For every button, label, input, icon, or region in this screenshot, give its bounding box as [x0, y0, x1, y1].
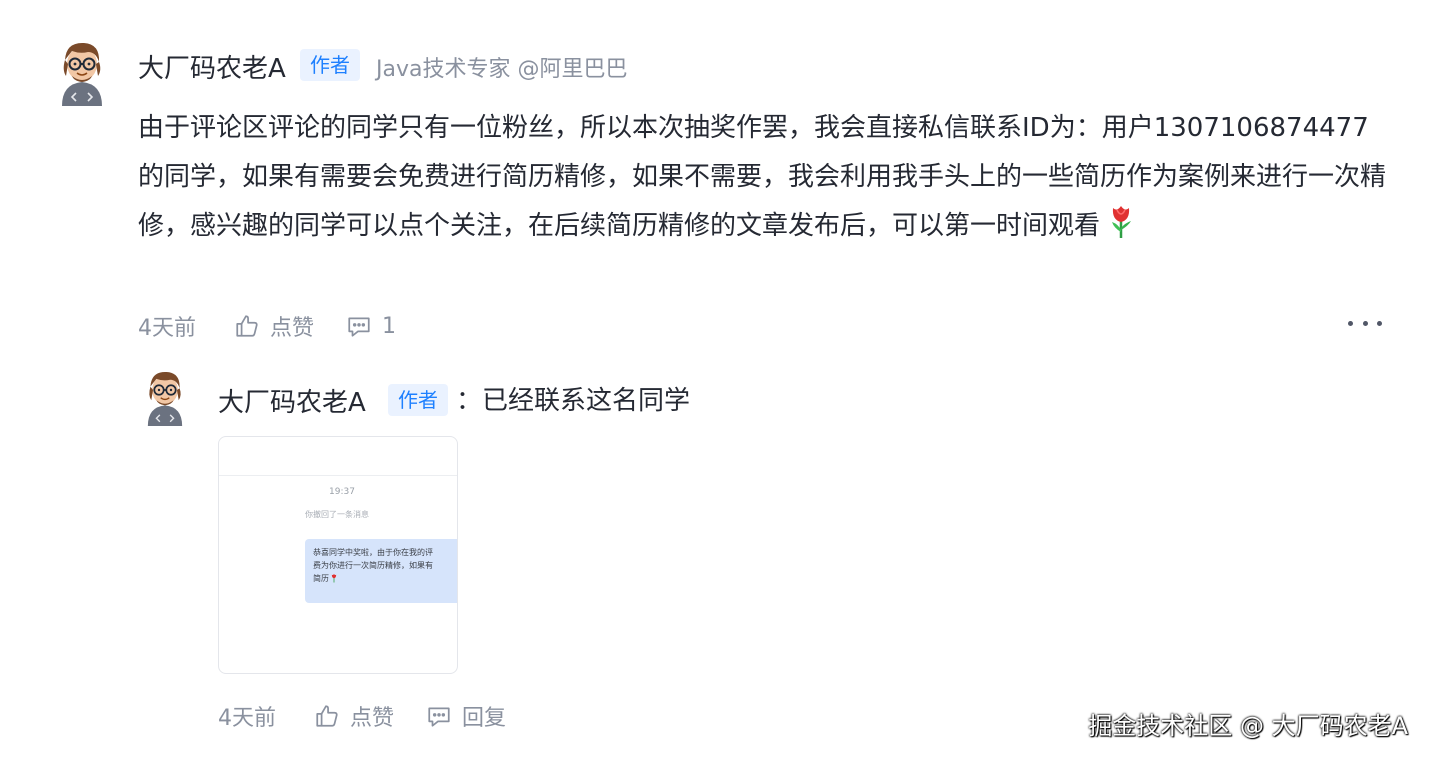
- author-name[interactable]: 大厂码农老A: [138, 48, 286, 85]
- tulip-icon: [1106, 202, 1136, 240]
- watermark: 掘金技术社区 @ 大厂码农老A: [1088, 712, 1408, 740]
- thumbs-up-icon: [236, 315, 258, 337]
- reply-author-name[interactable]: 大厂码农老A: [218, 382, 366, 419]
- reply-button[interactable]: 回复: [426, 700, 506, 732]
- comment-bubble-icon: [428, 707, 450, 727]
- reply-like-label: 点赞: [350, 706, 395, 731]
- reply-actions: 4天前 点赞 回复: [218, 700, 538, 732]
- reply-count-button[interactable]: 1: [346, 313, 396, 339]
- reply-like-button[interactable]: 点赞: [314, 700, 394, 732]
- reply-time: 4天前: [218, 706, 276, 731]
- comment-thread: 大厂码农老A 作者 Java技术专家 @阿里巴巴 由于评论区评论的同学只有一位粉…: [0, 0, 1430, 758]
- chat-recall-note: 你撤回了一条消息: [305, 510, 369, 519]
- more-dots-icon[interactable]: [1348, 310, 1382, 336]
- comment-text: 由于评论区评论的同学只有一位粉丝，所以本次抽奖作罢，我会直接私信联系ID为：用户…: [138, 113, 1387, 241]
- like-button[interactable]: 点赞: [234, 310, 314, 342]
- chat-message-bubble: 恭喜同学中奖啦，由于你在我的评 费为你进行一次简历精修，如果有 简历: [305, 539, 457, 603]
- chat-bubble-line: 恭喜同学中奖啦，由于你在我的评: [313, 548, 433, 557]
- comment-actions: 4天前 点赞 1: [138, 310, 428, 342]
- comment-content: 由于评论区评论的同学只有一位粉丝，所以本次抽奖作罢，我会直接私信联系ID为：用户…: [138, 104, 1398, 251]
- author-badge: 作者: [300, 49, 360, 81]
- chat-bubble-line: 费为你进行一次简历精修，如果有: [313, 561, 433, 570]
- reply-label: 回复: [462, 706, 507, 731]
- reply-text: ：已经联系这名同学: [456, 386, 691, 416]
- reply-author-badge: 作者: [388, 384, 448, 416]
- like-label: 点赞: [270, 316, 315, 341]
- chat-time: 19:37: [329, 487, 355, 497]
- chat-screenshot-header: [219, 437, 457, 476]
- chat-bubble-line: 简历: [313, 572, 457, 585]
- author-avatar[interactable]: [52, 36, 112, 106]
- reply-image-thumbnail[interactable]: 19:37 你撤回了一条消息 恭喜同学中奖啦，由于你在我的评 费为你进行一次简历…: [218, 436, 458, 674]
- author-job-title: Java技术专家 @阿里巴巴: [376, 57, 628, 82]
- reply-count: 1: [382, 313, 397, 339]
- comment-time: 4天前: [138, 316, 196, 341]
- thumbs-up-icon: [316, 705, 338, 727]
- reply-author-avatar[interactable]: [139, 366, 191, 426]
- comment-bubble-icon: [348, 317, 370, 337]
- tulip-icon: [330, 573, 338, 583]
